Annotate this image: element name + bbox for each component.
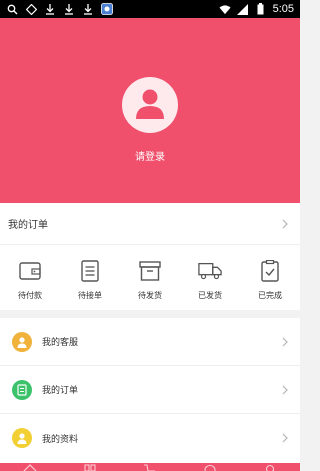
app-notification-icon xyxy=(101,3,113,15)
status-item-shipped[interactable]: 已发货 xyxy=(185,259,235,301)
home-icon[interactable] xyxy=(23,463,37,471)
list-icon xyxy=(78,259,102,283)
chevron-right-icon xyxy=(280,219,290,229)
wallet-icon xyxy=(18,259,42,283)
package-icon xyxy=(138,259,162,283)
cart-icon[interactable] xyxy=(143,463,157,471)
clipboard-check-icon xyxy=(258,259,282,283)
chat-icon[interactable] xyxy=(203,463,217,471)
menu-item-customer-service[interactable]: 我的客服 xyxy=(0,318,300,366)
orders-header[interactable]: 我的订单 xyxy=(0,203,300,245)
menu-item-my-profile[interactable]: 我的资料 xyxy=(0,414,300,462)
menu-list: 我的客服 我的订单 我的资料 xyxy=(0,318,300,463)
menu-label: 我的客服 xyxy=(42,338,79,348)
grid-icon[interactable] xyxy=(83,463,97,471)
user-avatar-icon xyxy=(133,86,167,124)
menu-label: 我的资料 xyxy=(42,434,79,445)
status-label: 待接单 xyxy=(78,291,102,300)
order-status-row: 待付款 待接单 待发货 已发货 已完成 xyxy=(0,245,300,301)
status-right-icons: 5:05 xyxy=(219,3,294,15)
avatar[interactable] xyxy=(122,77,178,133)
download-icon xyxy=(82,3,94,15)
truck-icon xyxy=(198,259,222,283)
status-item-completed[interactable]: 已完成 xyxy=(245,259,295,301)
signal-icon xyxy=(237,3,249,15)
order-doc-icon xyxy=(12,379,32,400)
login-link[interactable]: 请登录 xyxy=(135,148,165,163)
settings-icon xyxy=(25,3,37,15)
clock-time: 5:05 xyxy=(272,3,294,15)
chevron-right-icon xyxy=(280,433,290,443)
orders-title: 我的订单 xyxy=(8,220,48,231)
status-left-icons xyxy=(6,3,113,15)
menu-item-my-orders[interactable]: 我的订单 xyxy=(0,366,300,414)
status-label: 待发货 xyxy=(138,291,162,300)
status-label: 已发货 xyxy=(198,291,222,300)
chevron-right-icon xyxy=(280,337,290,347)
customer-service-icon xyxy=(12,331,32,352)
status-label: 待付款 xyxy=(18,291,42,300)
status-item-pending-shipment[interactable]: 待发货 xyxy=(125,259,175,301)
profile-header: 请登录 xyxy=(0,18,300,203)
status-item-pending-accept[interactable]: 待接单 xyxy=(65,259,115,301)
wifi-icon xyxy=(219,3,231,15)
download-icon xyxy=(63,3,75,15)
chevron-right-icon xyxy=(280,385,290,395)
user-icon[interactable] xyxy=(263,463,277,471)
search-icon xyxy=(6,3,18,15)
menu-label: 我的订单 xyxy=(42,386,79,396)
status-item-pending-payment[interactable]: 待付款 xyxy=(5,259,55,301)
profile-icon xyxy=(12,428,32,448)
bottom-tab-bar xyxy=(0,463,300,471)
battery-icon xyxy=(255,3,267,15)
status-label: 已完成 xyxy=(258,291,282,300)
download-icon xyxy=(44,3,56,15)
status-bar: 5:05 xyxy=(0,0,300,18)
orders-card: 我的订单 待付款 待接单 待发货 已发货 已完成 xyxy=(0,203,300,310)
